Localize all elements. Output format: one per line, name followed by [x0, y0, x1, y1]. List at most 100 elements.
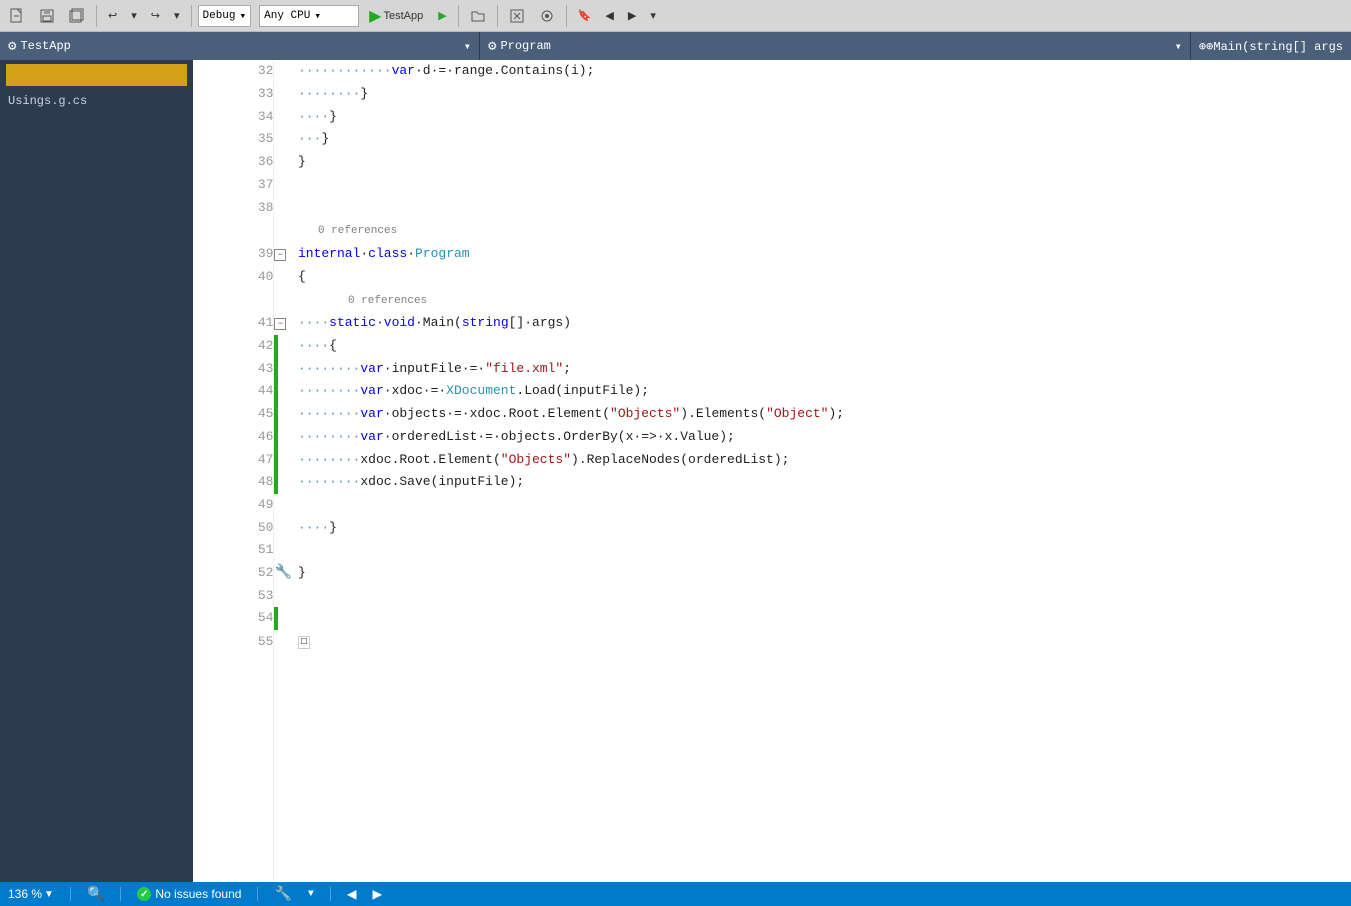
- line-gutter: [274, 196, 298, 219]
- line-gutter: 🔧: [274, 562, 298, 585]
- zoom-value: 136 %: [8, 887, 42, 901]
- save-button[interactable]: [34, 5, 60, 27]
- line-number: 43: [193, 357, 274, 380]
- toolbar-sep-3: [458, 5, 459, 27]
- line-code: ········var·objects·=·xdoc.Root.Element(…: [298, 403, 1351, 426]
- line-code: [298, 655, 1351, 882]
- collapse-icon-39[interactable]: −: [274, 249, 286, 261]
- line-code: [298, 196, 1351, 219]
- line-number: 33: [193, 83, 274, 106]
- run-button[interactable]: ▶ TestApp: [363, 4, 429, 28]
- line-number: [193, 219, 274, 243]
- file-selector[interactable]: ⚙ TestApp ▾: [0, 32, 480, 60]
- table-row: 53: [193, 584, 1351, 607]
- table-row: 38: [193, 196, 1351, 219]
- green-bar-54: [274, 607, 278, 630]
- line-gutter: [274, 151, 298, 174]
- file-selector-label: TestApp: [20, 39, 70, 53]
- line-gutter: [274, 105, 298, 128]
- line-number: 39: [193, 243, 274, 266]
- attach-button[interactable]: [534, 5, 560, 27]
- attach-icon: [539, 8, 555, 24]
- undo-dropdown[interactable]: ▾: [126, 6, 142, 25]
- status-sep-3: [257, 887, 258, 901]
- magnifier-icon[interactable]: 🔍: [87, 886, 104, 903]
- toolbar: ↩ ▾ ↪ ▾ Debug ▾ Any CPU ▾ ▶ TestApp ▶ 🔖 …: [0, 0, 1351, 32]
- save-all-button[interactable]: [64, 5, 90, 27]
- settings-wrench-icon[interactable]: 🔧: [274, 886, 291, 903]
- save-icon: [39, 8, 55, 24]
- play-icon: ▶: [369, 6, 381, 26]
- undo-button[interactable]: ↩: [103, 6, 122, 25]
- line-gutter: [274, 174, 298, 197]
- nav-bar: ⚙ TestApp ▾ ⚙ Program ▾ ⊕ ⊕Main(string[]…: [0, 32, 1351, 60]
- bookmark-prev[interactable]: ◀: [600, 6, 618, 25]
- nav-left-icon[interactable]: ◀: [347, 884, 357, 904]
- line-code: ········xdoc.Root.Element("Objects").Rep…: [298, 448, 1351, 471]
- line-number: 54: [193, 607, 274, 630]
- line-code: □: [298, 630, 1351, 655]
- new-file-button[interactable]: [4, 5, 30, 27]
- line-gutter: [274, 403, 298, 426]
- line-gutter: [274, 494, 298, 517]
- line-number: 42: [193, 335, 274, 358]
- run-alt-button[interactable]: ▶: [433, 6, 451, 25]
- line-number: 34: [193, 105, 274, 128]
- platform-arrow: ▾: [314, 9, 321, 23]
- line-gutter: [274, 426, 298, 449]
- line-code: ····static·void·Main(string[]·args): [298, 312, 1351, 335]
- table-row: 32 ············var·d·=·range.Contains(i)…: [193, 60, 1351, 83]
- sidebar-item-usings[interactable]: Usings.g.cs: [0, 90, 193, 112]
- member-selector[interactable]: ⚙ Program ▾: [480, 32, 1191, 60]
- line-gutter: [274, 60, 298, 83]
- line-number: 35: [193, 128, 274, 151]
- table-row: 44 ········var·xdoc·=·XDocument.Load(inp…: [193, 380, 1351, 403]
- build-button[interactable]: [504, 5, 530, 27]
- collapse-icon-41[interactable]: −: [274, 318, 286, 330]
- line-number: 53: [193, 584, 274, 607]
- table-row: 48 ········xdoc.Save(inputFile);: [193, 471, 1351, 494]
- wrench-icon-52[interactable]: 🔧: [274, 565, 291, 581]
- sidebar: Usings.g.cs: [0, 60, 193, 882]
- platform-selector[interactable]: Any CPU ▾: [259, 5, 359, 27]
- editor-content: 32 ············var·d·=·range.Contains(i)…: [193, 60, 1351, 882]
- redo-button[interactable]: ↪: [146, 6, 165, 25]
- open-file-button[interactable]: [465, 5, 491, 27]
- debug-config-selector[interactable]: Debug ▾: [198, 5, 252, 27]
- table-row: 40 {: [193, 265, 1351, 288]
- line-gutter: −: [274, 312, 298, 335]
- bookmark-next[interactable]: ▶: [623, 6, 641, 25]
- member-selector-arrow: ▾: [1175, 39, 1182, 54]
- line-number: 38: [193, 196, 274, 219]
- table-row: 37: [193, 174, 1351, 197]
- redo-dropdown[interactable]: ▾: [169, 6, 185, 25]
- line-code: ····}: [298, 516, 1351, 539]
- zoom-dropdown-button[interactable]: ▼: [44, 889, 54, 900]
- table-row: 52 🔧 }: [193, 562, 1351, 585]
- sidebar-yellow-bar: [6, 64, 187, 86]
- status-sep-4: [330, 887, 331, 901]
- line-code: ············var·d·=·range.Contains(i);: [298, 60, 1351, 83]
- line-code: ····{: [298, 335, 1351, 358]
- line-gutter: [274, 607, 298, 630]
- settings-arrow[interactable]: ▼: [308, 889, 314, 900]
- status-sep-1: [70, 887, 71, 901]
- line-gutter: −: [274, 243, 298, 266]
- file-selector-icon: ⚙: [8, 38, 16, 55]
- line-code: }: [298, 151, 1351, 174]
- line-code: ········var·inputFile·=·"file.xml";: [298, 357, 1351, 380]
- nav-right-icon[interactable]: ▶: [373, 884, 383, 904]
- table-row: 35 ···}: [193, 128, 1351, 151]
- file-selector-arrow: ▾: [464, 39, 471, 54]
- line-gutter: [274, 516, 298, 539]
- toolbar-sep-1: [96, 5, 97, 27]
- line-code: ···}: [298, 128, 1351, 151]
- bookmark-button[interactable]: 🔖: [573, 6, 597, 25]
- open-file-icon: [470, 8, 486, 24]
- line-gutter: [274, 655, 298, 882]
- line-gutter: [274, 219, 298, 243]
- table-row: 39 − internal·class·Program: [193, 243, 1351, 266]
- line-number: 36: [193, 151, 274, 174]
- bookmark-menu[interactable]: ▾: [645, 6, 661, 25]
- main-area: Usings.g.cs 32 ············var·d·=·range…: [0, 60, 1351, 882]
